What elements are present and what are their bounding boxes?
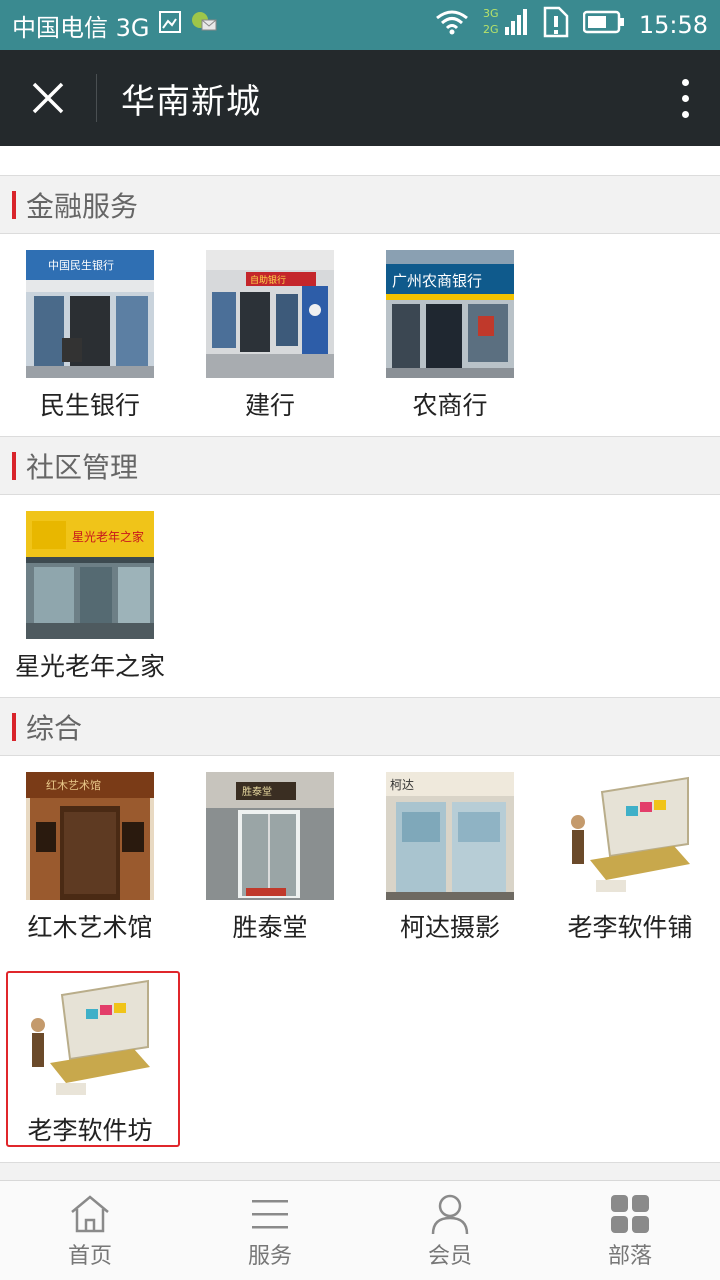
tab-label: 首页 <box>67 1243 112 1269</box>
app-bar: 华南新城 <box>0 50 720 146</box>
status-bar: 中国电信 3G 3G 2G 15:58 <box>0 0 720 50</box>
section-header-finance: 金融服务 <box>0 176 720 234</box>
tab-tribe[interactable]: 部落 <box>540 1181 720 1280</box>
minsheng-bank-photo: 中国民生银行 <box>26 250 154 378</box>
main-content[interactable]: 金融服务 中国民生银行 民生银行 自助银行 建行 广州农商银行 农商行 社区管理… <box>0 146 720 1180</box>
tab-label: 会员 <box>427 1243 472 1269</box>
more-dot-icon <box>681 110 689 118</box>
section-header-general: 综合 <box>0 698 720 756</box>
app-bar-divider <box>96 74 97 122</box>
battery-icon <box>582 10 625 40</box>
service-item-label: 柯达摄影 <box>399 913 500 942</box>
home-icon <box>68 1192 112 1236</box>
svg-text:自助银行: 自助银行 <box>250 274 286 286</box>
service-item-label: 农商行 <box>412 391 488 420</box>
sim-alert-icon <box>543 6 569 44</box>
svg-text:胜泰堂: 胜泰堂 <box>242 785 272 798</box>
section-title: 社区管理 <box>26 450 139 484</box>
section-accent-bar <box>12 190 16 219</box>
tab-member[interactable]: 会员 <box>360 1181 540 1280</box>
section-header-community: 社区管理 <box>0 437 720 495</box>
service-item-minsheng-bank[interactable]: 中国民生银行 民生银行 <box>0 234 180 437</box>
service-item-lao-li-software-workshop[interactable]: 老李软件坊 <box>0 959 180 1162</box>
general-grid: 红木艺术馆 红木艺术馆 胜泰堂 胜泰堂 柯达 柯达摄影 老李软件铺 老李软件坊 <box>0 756 720 1163</box>
tab-services[interactable]: 服务 <box>180 1181 360 1280</box>
shengtai-hall-photo: 胜泰堂 <box>206 772 334 900</box>
ccb-photo: 自助银行 <box>206 250 334 378</box>
service-item-ccb[interactable]: 自助银行 建行 <box>180 234 360 437</box>
svg-text:中国民生银行: 中国民生银行 <box>48 258 114 272</box>
cellular-signal-icon: 3G 2G <box>483 5 529 45</box>
service-item-label: 建行 <box>244 391 295 420</box>
service-item-kodak-photo-studio[interactable]: 柯达 柯达摄影 <box>360 756 540 959</box>
close-button[interactable] <box>0 50 96 146</box>
network-2g-badge: 2G <box>483 23 499 36</box>
close-icon <box>32 82 64 114</box>
tab-home[interactable]: 首页 <box>0 1181 180 1280</box>
svg-text:红木艺术馆: 红木艺术馆 <box>46 778 101 792</box>
service-item-label: 星光老年之家 <box>14 652 165 681</box>
service-item-label: 老李软件铺 <box>567 913 693 942</box>
rosewood-gallery-photo: 红木艺术馆 <box>26 772 154 900</box>
laptop-illustration <box>26 975 154 1103</box>
section-title: 综合 <box>26 711 83 745</box>
service-item-lao-li-software-shop[interactable]: 老李软件铺 <box>540 756 720 959</box>
section-title: 金融服务 <box>26 189 139 223</box>
service-item-rosewood-gallery[interactable]: 红木艺术馆 红木艺术馆 <box>0 756 180 959</box>
service-item-senior-home[interactable]: 星光老年之家 星光老年之家 <box>0 495 180 698</box>
laptop-illustration <box>566 772 694 900</box>
section-accent-bar <box>12 451 16 480</box>
network-3g-badge: 3G <box>483 7 499 20</box>
service-item-rural-commercial-bank[interactable]: 广州农商银行 农商行 <box>360 234 540 437</box>
service-item-label: 老李软件坊 <box>27 1116 153 1145</box>
bottom-tab-bar: 首页 服务 会员 部落 <box>0 1180 720 1280</box>
message-notification-icon <box>190 10 218 40</box>
previous-section-tail <box>0 146 720 176</box>
content-bottom-gap <box>0 1163 720 1180</box>
page-title: 华南新城 <box>121 81 261 122</box>
service-item-label: 胜泰堂 <box>232 913 308 942</box>
clock: 15:58 <box>638 11 708 39</box>
more-dot-icon <box>681 94 689 102</box>
more-dot-icon <box>681 78 689 86</box>
section-accent-bar <box>12 712 16 741</box>
finance-grid: 中国民生银行 民生银行 自助银行 建行 广州农商银行 农商行 <box>0 234 720 437</box>
person-icon <box>428 1192 472 1236</box>
svg-text:广州农商银行: 广州农商银行 <box>392 272 482 290</box>
service-item-label: 民生银行 <box>39 391 140 420</box>
list-icon <box>248 1192 292 1236</box>
image-notification-icon <box>158 10 182 40</box>
wifi-icon <box>435 9 469 41</box>
tab-label: 部落 <box>607 1243 652 1269</box>
svg-text:柯达: 柯达 <box>390 778 414 792</box>
grid-icon <box>608 1192 652 1236</box>
more-menu-button[interactable] <box>650 50 720 146</box>
carrier-label: 中国电信 3G <box>12 13 150 42</box>
service-item-label: 红木艺术馆 <box>27 913 153 942</box>
service-item-shengtai-hall[interactable]: 胜泰堂 胜泰堂 <box>180 756 360 959</box>
community-grid: 星光老年之家 星光老年之家 <box>0 495 720 698</box>
rural-commercial-bank-photo: 广州农商银行 <box>386 250 514 378</box>
tab-label: 服务 <box>247 1243 292 1269</box>
senior-home-photo: 星光老年之家 <box>26 511 154 639</box>
kodak-photo-studio-photo: 柯达 <box>386 772 514 900</box>
svg-text:星光老年之家: 星光老年之家 <box>72 529 144 544</box>
